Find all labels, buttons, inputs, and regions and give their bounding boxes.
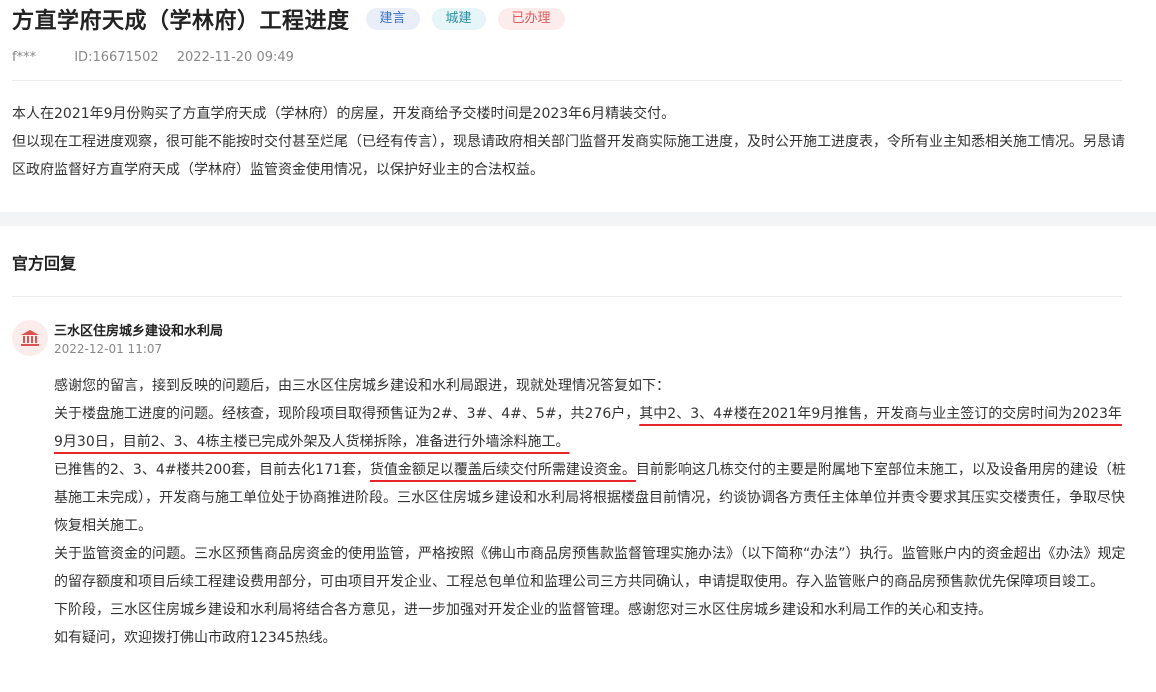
official-reply-card: 官方回复 三水区住房城乡建设和水利局 2022-12-01 11:07 感谢您的… [0, 226, 1156, 692]
tag-status-handled[interactable]: 已办理 [497, 8, 565, 30]
message-paragraph: 但以现在工程进度观察，很可能不能按时交付甚至烂尾（已经有传言），现恳请政府相关部… [12, 134, 1125, 178]
message-card: 方直学府天成（学林府）工程进度 建言 城建 已办理 f*** ID:166715… [0, 0, 1156, 212]
highlighted-text: 货值金额足以覆盖后续交付所需建设资金。 [369, 462, 636, 478]
page-title: 方直学府天成（学林府）工程进度 [12, 9, 350, 34]
section-title: 官方回复 [12, 254, 77, 273]
department-name: 三水区住房城乡建设和水利局 [54, 324, 224, 339]
author-name: f*** [12, 50, 37, 65]
reply-text: 已推售的2、3、4#楼共200套，目前去化171套， [54, 462, 370, 478]
divider [12, 80, 1122, 81]
reply-text: 关于楼盘施工进度的问题。经核查，现阶段项目取得预售证为2#、3#、4#、5#，共… [54, 406, 640, 422]
divider [12, 296, 1122, 297]
reply-paragraph: 关于监管资金的问题。三水区预售商品房资金的使用监管，严格按照《佛山市商品房预售款… [54, 546, 1126, 590]
reply-paragraph: 已推售的2、3、4#楼共200套，目前去化171套，货值金额足以覆盖后续交付所需… [54, 456, 1126, 540]
message-content: 本人在2021年9月份购买了方直学府天成（学林府）的房屋，开发商给予交楼时间是2… [12, 100, 1127, 184]
message-paragraph: 本人在2021年9月份购买了方直学府天成（学林府）的房屋，开发商给予交楼时间是2… [12, 106, 676, 122]
department-avatar [12, 320, 48, 356]
title-row: 方直学府天成（学林府）工程进度 建言 城建 已办理 [12, 4, 565, 34]
reply-paragraph: 如有疑问，欢迎拨打佛山市政府12345热线。 [54, 630, 337, 646]
reply-paragraph: 关于楼盘施工进度的问题。经核查，现阶段项目取得预售证为2#、3#、4#、5#，共… [54, 400, 1126, 456]
reply-paragraph: 感谢您的留言，接到反映的问题后，由三水区住房城乡建设和水利局跟进，现就处理情况答… [54, 378, 670, 394]
reply-content: 感谢您的留言，接到反映的问题后，由三水区住房城乡建设和水利局跟进，现就处理情况答… [54, 372, 1126, 652]
reply-paragraph: 下阶段，三水区住房城乡建设和水利局将结合各方意见，进一步加强对开发企业的监督管理… [54, 602, 992, 618]
government-building-icon [21, 330, 39, 346]
message-time: 2022-11-20 09:49 [176, 50, 294, 65]
tag-suggestion[interactable]: 建言 [365, 8, 420, 30]
tag-urban-construction[interactable]: 城建 [431, 8, 486, 30]
message-meta: f*** ID:16671502 2022-11-20 09:49 [12, 50, 308, 65]
reply-time: 2022-12-01 11:07 [54, 342, 163, 356]
message-id: ID:16671502 [74, 50, 159, 65]
